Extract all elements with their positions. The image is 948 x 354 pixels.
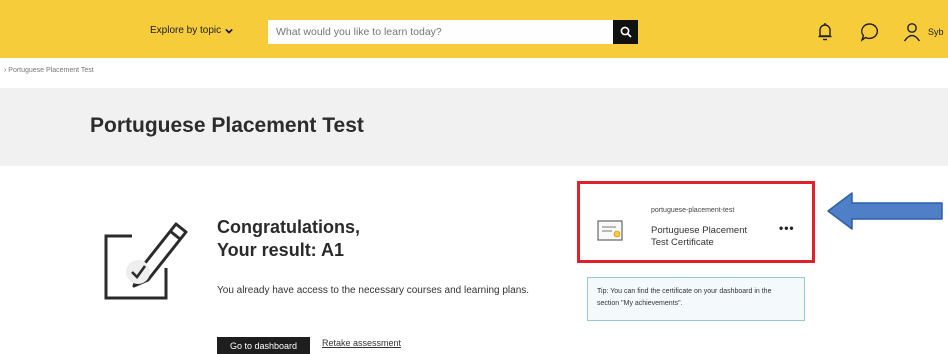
explore-by-topic-dropdown[interactable]: Explore by topic bbox=[150, 25, 233, 36]
search-button[interactable] bbox=[613, 20, 638, 44]
retake-assessment-link[interactable]: Retake assessment bbox=[322, 338, 401, 348]
user-icon bbox=[903, 23, 921, 42]
tip-message: Tip: You can find the certificate on you… bbox=[587, 277, 805, 321]
left-arrow-annotation-icon bbox=[827, 192, 943, 230]
chevron-down-icon bbox=[225, 28, 233, 34]
result-description: You already have access to the necessary… bbox=[217, 285, 530, 296]
top-navigation-bar: Explore by topic Syb bbox=[0, 0, 948, 58]
certificate-name: Portuguese Placement Test Certificate bbox=[651, 225, 748, 248]
breadcrumb[interactable]: › Portuguese Placement Test bbox=[4, 67, 94, 74]
user-name[interactable]: Syb bbox=[928, 27, 944, 37]
highlight-annotation-box: portuguese-placement-test Portuguese Pla… bbox=[577, 181, 815, 263]
document-pencil-check-icon bbox=[104, 222, 188, 300]
notifications-button[interactable] bbox=[813, 20, 837, 44]
result-heading: Congratulations, Your result: A1 bbox=[217, 216, 360, 262]
certificate-slug: portuguese-placement-test bbox=[651, 207, 735, 214]
bell-icon bbox=[818, 23, 832, 41]
go-to-dashboard-button[interactable]: Go to dashboard bbox=[217, 337, 310, 354]
page-title: Portuguese Placement Test bbox=[90, 114, 364, 137]
certificate-document-icon bbox=[597, 220, 623, 241]
messages-button[interactable] bbox=[858, 20, 882, 44]
congratulations-text: Congratulations, bbox=[217, 217, 360, 237]
explore-label: Explore by topic bbox=[150, 25, 222, 36]
page-header: Portuguese Placement Test bbox=[0, 88, 948, 166]
search-input[interactable] bbox=[268, 20, 613, 44]
chat-bubble-icon bbox=[860, 23, 878, 42]
account-button[interactable] bbox=[900, 20, 924, 44]
result-level-text: Your result: A1 bbox=[217, 240, 345, 260]
certificate-more-options-button[interactable]: ••• bbox=[779, 221, 795, 235]
certificate-card[interactable]: portuguese-placement-test Portuguese Pla… bbox=[583, 187, 809, 257]
search-icon bbox=[620, 26, 632, 38]
search-bar bbox=[268, 20, 638, 44]
